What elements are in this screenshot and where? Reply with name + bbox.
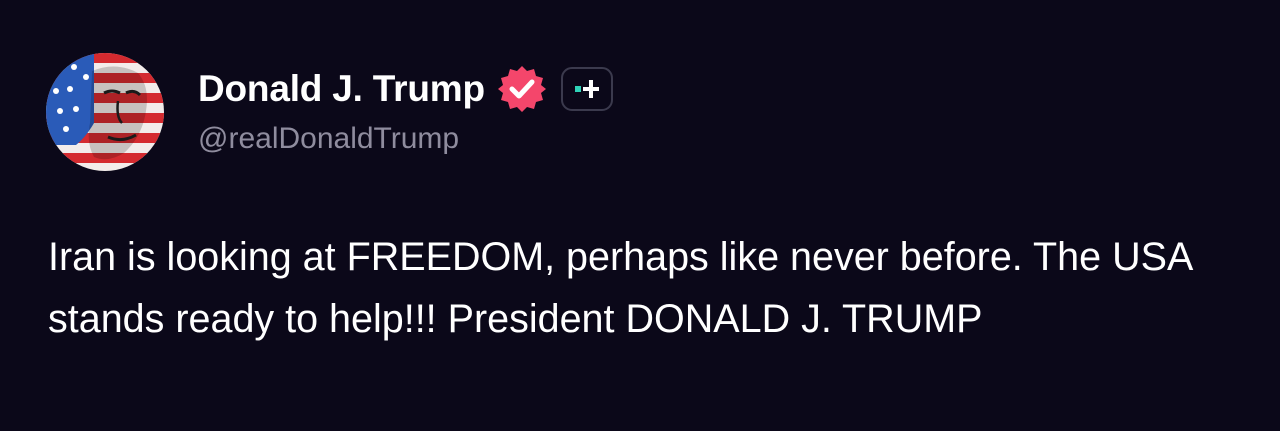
name-row: Donald J. Trump — [198, 62, 613, 116]
display-name[interactable]: Donald J. Trump — [198, 68, 485, 110]
user-handle[interactable]: @realDonaldTrump — [198, 122, 613, 156]
plus-badge-icon[interactable] — [560, 67, 613, 111]
author-identity: Donald J. Trump @realDonaldTrump — [198, 62, 613, 156]
post-card: Donald J. Trump @realDonaldTrump Iran is… — [0, 0, 1280, 431]
post-header: Donald J. Trump @realDonaldTrump — [46, 53, 613, 171]
verified-check-icon — [497, 64, 547, 114]
flag-portrait-icon — [46, 53, 164, 171]
avatar[interactable] — [46, 53, 164, 171]
post-body: Iran is looking at FREEDOM, perhaps like… — [48, 235, 1192, 341]
